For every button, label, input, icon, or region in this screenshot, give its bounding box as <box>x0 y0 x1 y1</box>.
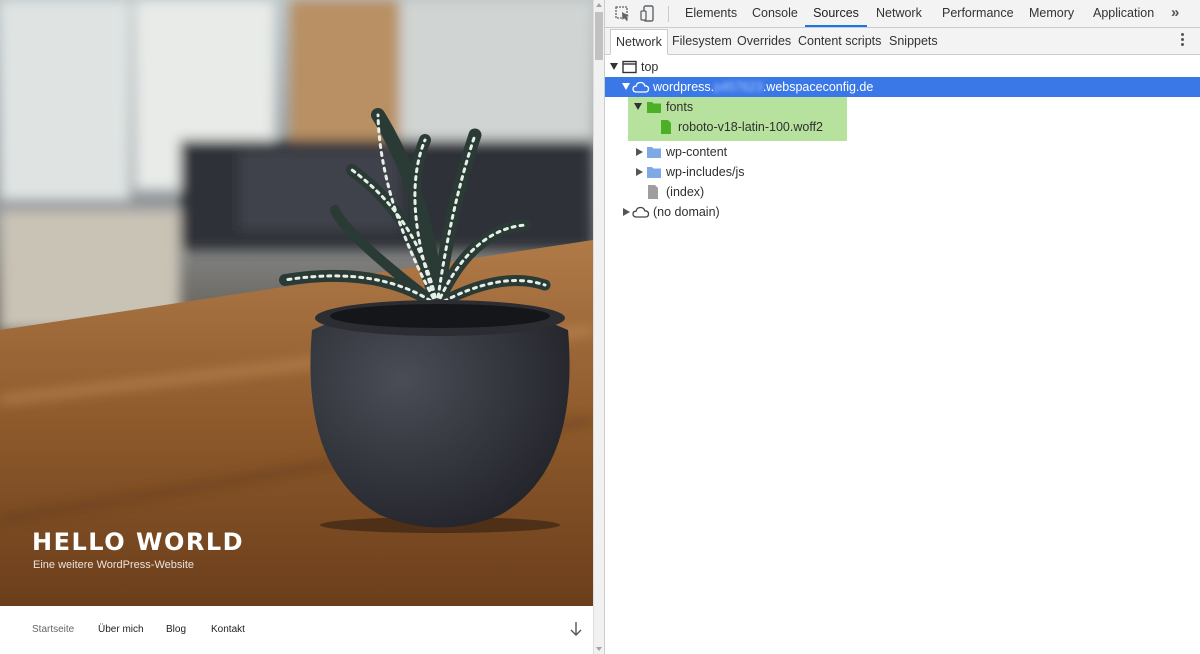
folder-icon <box>647 102 661 113</box>
frame-icon <box>622 60 637 74</box>
tab-elements[interactable]: Elements <box>684 0 738 27</box>
tree-label-font-file: roboto-v18-latin-100.woff2 <box>678 120 823 134</box>
collapse-arrow-icon[interactable] <box>636 148 643 156</box>
tab-sources[interactable]: Sources <box>805 0 867 27</box>
folder-icon <box>647 147 661 158</box>
tree-row-font-file[interactable]: roboto-v18-latin-100.woff2 <box>605 117 1200 137</box>
tree-row-domain[interactable]: wordpress.p457623.webspaceconfig.de <box>605 77 1200 97</box>
inspect-element-icon[interactable] <box>614 5 632 23</box>
subtab-network[interactable]: Network <box>610 29 668 55</box>
tree-label-index: (index) <box>666 185 705 199</box>
site-title: HELLO WORLD <box>32 528 245 556</box>
collapse-arrow-icon[interactable] <box>636 168 643 176</box>
folder-icon <box>647 167 661 178</box>
scroll-up-arrow-icon[interactable] <box>596 3 602 7</box>
hero-image: HELLO WORLD Eine weitere WordPress-Websi… <box>0 0 593 606</box>
scroll-down-arrow-icon[interactable] <box>596 647 602 651</box>
subtab-content-scripts[interactable]: Content scripts <box>798 28 881 54</box>
nav-link-ueber-mich[interactable]: Über mich <box>98 624 144 635</box>
nav-link-startseite[interactable]: Startseite <box>32 624 74 635</box>
nav-link-blog[interactable]: Blog <box>166 624 186 635</box>
tree-row-no-domain[interactable]: (no domain) <box>605 202 1200 222</box>
page-scrollbar[interactable] <box>593 0 605 654</box>
arrow-down-icon[interactable] <box>569 620 583 638</box>
site-navigation: Startseite Über mich Blog Kontakt <box>0 606 593 654</box>
subtab-filesystem[interactable]: Filesystem <box>672 28 732 54</box>
expand-arrow-icon[interactable] <box>610 63 618 70</box>
tree-row-wp-content[interactable]: wp-content <box>605 142 1200 162</box>
more-options-icon[interactable] <box>1181 33 1185 49</box>
succulent-photo <box>0 0 593 606</box>
cloud-icon <box>632 81 650 93</box>
tree-row-wp-includes[interactable]: wp-includes/js <box>605 162 1200 182</box>
site-tagline: Eine weitere WordPress-Website <box>33 559 194 571</box>
more-tabs-icon[interactable]: » <box>1171 4 1179 21</box>
tree-label-no-domain: (no domain) <box>653 205 720 219</box>
tree-row-top[interactable]: top <box>605 57 1200 77</box>
tab-console[interactable]: Console <box>751 0 799 27</box>
collapse-arrow-icon[interactable] <box>623 208 630 216</box>
domain-suffix: .webspaceconfig.de <box>762 80 874 94</box>
sources-navigator-tabs: Network Filesystem Overrides Content scr… <box>605 28 1200 55</box>
tab-application[interactable]: Application <box>1092 0 1155 27</box>
tree-label-wp-content: wp-content <box>666 145 728 159</box>
tree-row-index[interactable]: (index) <box>605 182 1200 202</box>
toolbar-divider <box>668 6 669 22</box>
device-toolbar-icon[interactable] <box>639 5 657 23</box>
tab-performance[interactable]: Performance <box>941 0 1015 27</box>
expand-arrow-icon[interactable] <box>622 83 630 90</box>
website-preview: HELLO WORLD Eine weitere WordPress-Websi… <box>0 0 593 654</box>
tree-label-top: top <box>641 60 659 74</box>
devtools-panel: Elements Console Sources Network Perform… <box>605 0 1200 654</box>
scrollbar-thumb[interactable] <box>595 12 603 60</box>
tab-memory[interactable]: Memory <box>1028 0 1075 27</box>
cloud-icon <box>632 206 650 218</box>
nav-link-kontakt[interactable]: Kontakt <box>211 624 245 635</box>
domain-redacted: p457623 <box>714 80 763 94</box>
tree-label-fonts: fonts <box>666 100 694 114</box>
document-icon <box>648 185 658 199</box>
tree-label-domain: wordpress.p457623.webspaceconfig.de <box>653 77 873 97</box>
tree-row-fonts[interactable]: fonts <box>605 97 1200 117</box>
tree-label-wp-includes: wp-includes/js <box>666 165 745 179</box>
subtab-snippets[interactable]: Snippets <box>889 28 938 54</box>
tab-network[interactable]: Network <box>875 0 923 27</box>
expand-arrow-icon[interactable] <box>634 103 642 110</box>
domain-prefix: wordpress. <box>653 80 715 94</box>
subtab-overrides[interactable]: Overrides <box>737 28 791 54</box>
font-file-icon <box>661 120 671 134</box>
devtools-main-toolbar: Elements Console Sources Network Perform… <box>605 0 1200 28</box>
